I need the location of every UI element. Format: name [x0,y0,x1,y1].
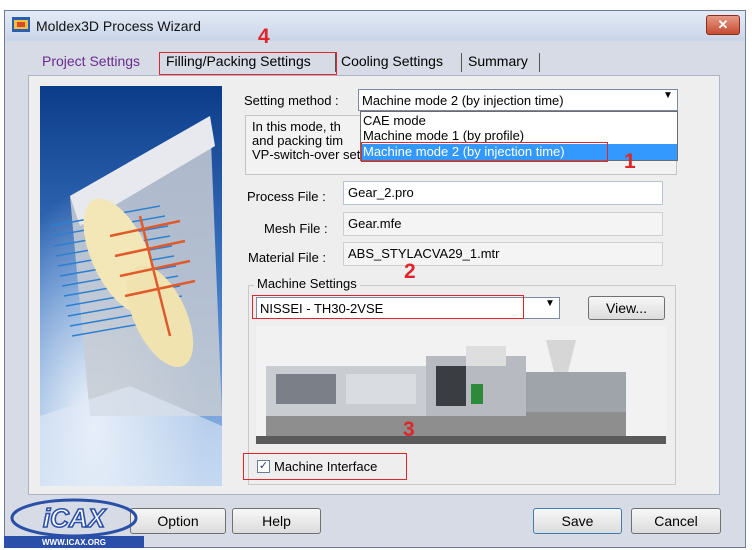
chevron-down-icon[interactable]: ▼ [541,298,559,318]
tab-summary[interactable]: Summary [468,53,528,69]
annotation-box-2 [252,295,524,319]
tab-project-settings[interactable]: Project Settings [42,53,140,69]
svg-text:iCAX: iCAX [43,503,107,533]
annotation-box-4 [159,52,337,75]
tab-separator [461,53,462,72]
chevron-down-icon[interactable]: ▼ [659,90,677,110]
annotation-number-4: 4 [258,25,270,48]
view-button[interactable]: View... [588,296,665,320]
setting-method-label: Setting method : [244,93,339,108]
mesh-file-label: Mesh File : [264,221,328,236]
setting-method-value: Machine mode 2 (by injection time) [362,93,564,108]
close-button[interactable]: ✕ [706,15,740,35]
option-button[interactable]: Option [130,508,226,534]
setting-method-select[interactable]: Machine mode 2 (by injection time) ▼ [358,89,678,111]
save-button[interactable]: Save [533,508,622,534]
option-machine-mode-1[interactable]: Machine mode 1 (by profile) [363,128,524,143]
logo-text: WWW.ICAX.ORG [42,538,106,547]
tab-cooling-settings[interactable]: Cooling Settings [341,53,443,69]
help-button[interactable]: Help [232,508,321,534]
annotation-box-3 [243,453,407,480]
machine-settings-title: Machine Settings [254,276,360,291]
annotation-number-1: 1 [624,150,636,173]
material-file-field: ABS_STYLACVA29_1.mtr [343,242,663,266]
process-file-field[interactable]: Gear_2.pro [343,181,663,205]
annotation-number-3: 3 [403,418,415,441]
material-file-label: Material File : [248,250,327,265]
tab-separator [539,53,540,72]
annotation-number-2: 2 [404,260,416,283]
window-title: Moldex3D Process Wizard [36,18,201,34]
machine-image [256,326,666,444]
option-cae-mode[interactable]: CAE mode [363,113,426,128]
app-icon [12,17,30,32]
annotation-box-1 [361,142,608,162]
cancel-button[interactable]: Cancel [631,508,721,534]
mesh-file-field: Gear.mfe [343,212,663,236]
icax-logo: iCAX WWW.ICAX.ORG [4,498,144,548]
wizard-illustration [40,86,222,486]
process-file-label: Process File : [247,189,326,204]
